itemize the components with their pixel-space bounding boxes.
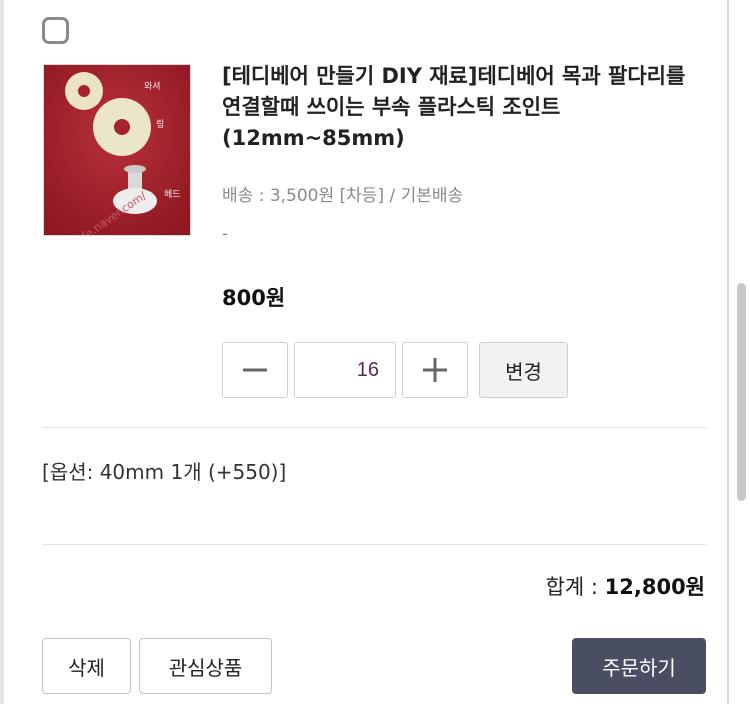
frame-left-border: [0, 0, 4, 704]
divider-bottom: [42, 544, 706, 545]
divider-top: [42, 427, 706, 428]
unit-price: 800원: [222, 286, 286, 310]
selected-option-text: [옵션: 40mm 1개 (+550)]: [42, 460, 287, 484]
order-total: 합계 : 12,800원: [546, 571, 705, 601]
frame-right-border: [727, 0, 729, 704]
quantity-decrease-button[interactable]: [222, 342, 288, 398]
item-select-checkbox[interactable]: [42, 17, 69, 44]
wishlist-button[interactable]: 관심상품: [139, 638, 272, 694]
plus-icon: [423, 358, 447, 382]
image-label-ring: 링: [156, 118, 164, 130]
quantity-increase-button[interactable]: [402, 342, 468, 398]
image-label-washer: 와셔: [144, 80, 161, 92]
delete-button[interactable]: 삭제: [42, 638, 131, 694]
quantity-change-button[interactable]: 변경: [479, 342, 568, 398]
product-image: fe.naver.com/ 와셔 링 헤드: [44, 65, 190, 235]
order-button[interactable]: 주문하기: [572, 638, 706, 694]
product-title[interactable]: [테디베어 만들기 DIY 재료]테디베어 목과 팔다리를 연결할때 쓰이는 부…: [222, 61, 712, 154]
total-label: 합계 :: [545, 575, 605, 599]
image-label-head: 헤드: [164, 188, 181, 200]
quantity-input[interactable]: [294, 342, 396, 398]
minus-icon: [243, 368, 267, 372]
scrollbar-thumb[interactable]: [737, 283, 746, 501]
option-placeholder-dash: -: [222, 224, 229, 244]
total-value: 12,800원: [604, 575, 705, 599]
shipping-info: 배송 : 3,500원 [차등] / 기본배송: [222, 186, 464, 206]
product-thumbnail[interactable]: fe.naver.com/ 와셔 링 헤드: [43, 64, 191, 236]
